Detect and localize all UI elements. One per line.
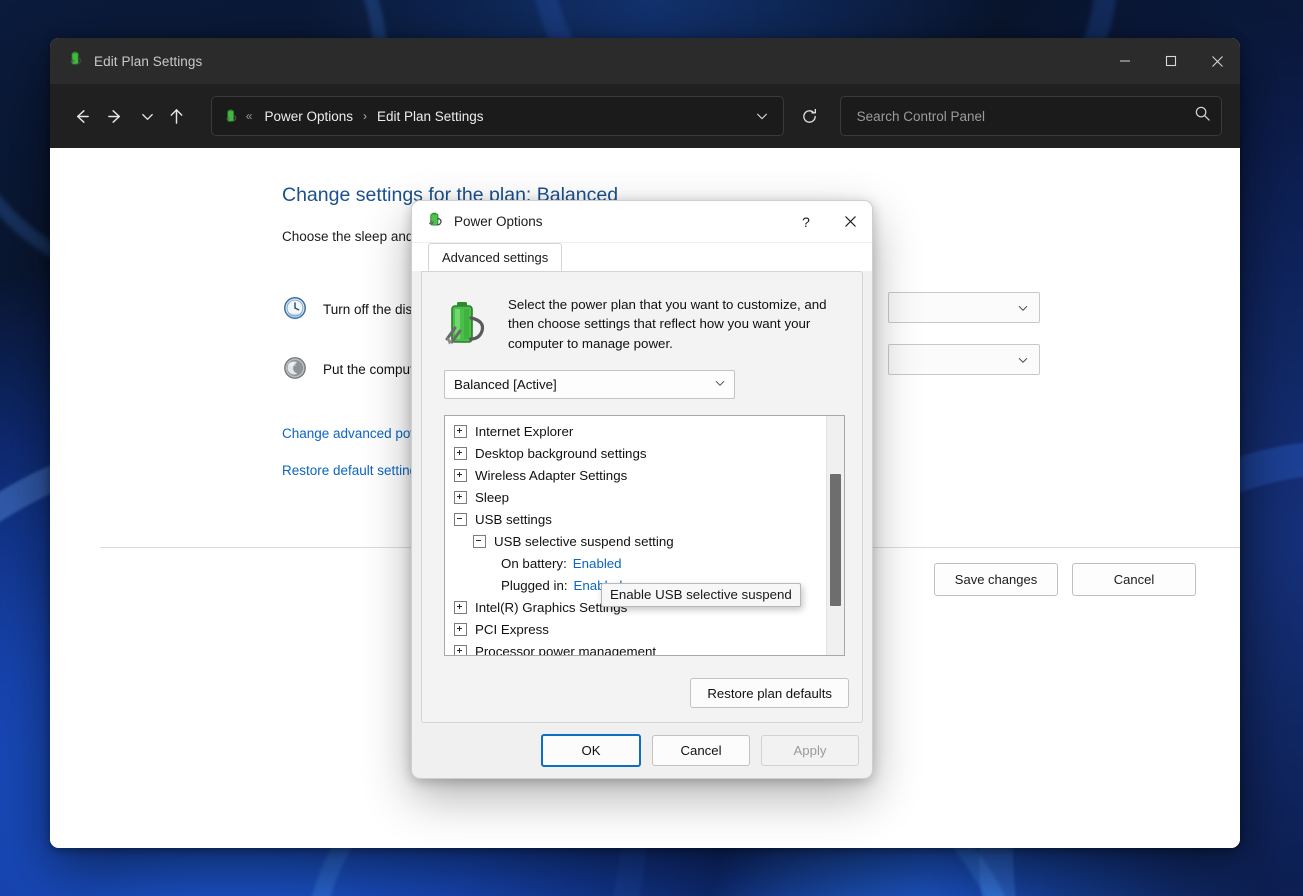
display-timeout-combo[interactable] [888, 292, 1040, 323]
tree-row[interactable]: Internet Explorer [445, 421, 827, 443]
help-button[interactable]: ? [784, 201, 828, 242]
tree-row[interactable]: Processor power management [445, 641, 827, 655]
tree-scrollbar-thumb[interactable] [830, 473, 841, 606]
tree-row[interactable]: USB selective suspend setting [445, 531, 827, 553]
battery-plug-icon [440, 296, 492, 350]
search-icon[interactable] [1194, 105, 1211, 127]
dialog-action-buttons: OK Cancel Apply [412, 723, 872, 778]
tree-rows: Internet Explorer Desktop background sett… [445, 416, 827, 655]
power-plan-icon [426, 210, 445, 234]
search-input[interactable] [854, 107, 1195, 125]
tree-row-label: Internet Explorer [475, 424, 574, 440]
dialog-title-group: Power Options [412, 210, 543, 234]
expand-icon[interactable] [454, 447, 467, 461]
apply-button[interactable]: Apply [761, 735, 859, 766]
close-button[interactable] [1194, 38, 1240, 84]
tree-row[interactable]: Sleep [445, 487, 827, 509]
tree-row[interactable]: Wireless Adapter Settings [445, 465, 827, 487]
breadcrumb-separator-icon: › [362, 109, 367, 123]
cancel-button[interactable]: Cancel [1072, 563, 1196, 596]
save-changes-button[interactable]: Save changes [934, 563, 1058, 596]
dialog-panel: Select the power plan that you want to c… [421, 271, 863, 723]
tooltip: Enable USB selective suspend [601, 583, 801, 607]
tree-row[interactable]: PCI Express [445, 619, 827, 641]
expand-icon[interactable] [454, 601, 467, 615]
advanced-settings-tree[interactable]: Internet Explorer Desktop background sett… [444, 414, 845, 656]
collapse-icon[interactable] [454, 513, 467, 527]
tree-row-label: USB selective suspend setting [494, 534, 674, 550]
address-bar[interactable]: « Power Options › Edit Plan Settings [210, 96, 784, 136]
tree-scrollbar[interactable] [826, 415, 844, 655]
window-titlebar[interactable]: Edit Plan Settings [50, 38, 1240, 84]
dialog-titlebar[interactable]: Power Options ? [412, 201, 872, 243]
chevron-down-icon[interactable] [747, 101, 777, 131]
dialog-intro: Select the power plan that you want to c… [422, 272, 862, 353]
restore-plan-defaults-wrap: Restore plan defaults [690, 678, 849, 708]
tree-row-label: Wireless Adapter Settings [475, 468, 628, 484]
power-options-dialog: Power Options ? Advanced settings Select… [411, 200, 873, 779]
window-title: Edit Plan Settings [94, 53, 203, 69]
tree-row-label: Processor power management [475, 644, 657, 655]
sleep-moon-icon [282, 355, 310, 383]
up-button[interactable] [163, 99, 191, 133]
tab-advanced-settings[interactable]: Advanced settings [428, 243, 563, 271]
collapse-icon[interactable] [473, 535, 486, 549]
dialog-intro-text: Select the power plan that you want to c… [508, 297, 827, 351]
dialog-title-controls: ? [784, 201, 872, 242]
restore-plan-defaults-button[interactable]: Restore plan defaults [690, 678, 849, 708]
breadcrumb-item-edit-plan-settings[interactable]: Edit Plan Settings [373, 106, 488, 127]
dialog-cancel-button[interactable]: Cancel [652, 735, 750, 766]
dialog-title: Power Options [454, 214, 543, 229]
tree-row-label: Desktop background settings [475, 446, 647, 462]
tree-row-value[interactable]: Enabled [573, 556, 622, 571]
clock-icon [282, 295, 310, 323]
power-plan-icon [67, 50, 84, 72]
recent-locations-button[interactable] [136, 99, 159, 133]
tree-row-label: On battery: [501, 556, 567, 572]
chevron-down-icon [1018, 305, 1028, 311]
page-footer-buttons: Save changes Cancel [934, 563, 1196, 596]
power-plan-selected-value: Balanced [Active] [454, 376, 557, 392]
tree-row-label: USB settings [475, 512, 552, 528]
ok-button[interactable]: OK [541, 734, 641, 767]
chevron-down-icon [714, 377, 726, 392]
tree-row-label: Plugged in: [501, 578, 568, 594]
power-plan-icon [222, 107, 240, 125]
expand-icon[interactable] [454, 491, 467, 505]
power-plan-select[interactable]: Balanced [Active] [444, 369, 735, 399]
window-title-group: Edit Plan Settings [50, 50, 202, 72]
refresh-icon[interactable] [796, 99, 824, 133]
expand-icon[interactable] [454, 425, 467, 439]
dialog-close-button[interactable] [828, 201, 872, 242]
expand-icon[interactable] [454, 645, 467, 655]
dialog-tabstrip: Advanced settings [412, 243, 872, 271]
tree-row-label: PCI Express [475, 622, 549, 638]
minimize-button[interactable] [1102, 38, 1148, 84]
tree-row[interactable]: On battery: Enabled [445, 553, 827, 575]
search-box[interactable] [839, 96, 1223, 136]
expand-icon[interactable] [454, 469, 467, 483]
expand-icon[interactable] [454, 623, 467, 637]
tree-row[interactable]: Desktop background settings [445, 443, 827, 465]
maximize-button[interactable] [1148, 38, 1194, 84]
sleep-timeout-combo[interactable] [888, 344, 1040, 375]
window-controls [1102, 38, 1240, 84]
forward-button[interactable] [102, 99, 130, 133]
tree-row-label: Sleep [475, 490, 510, 506]
breadcrumb-item-power-options[interactable]: Power Options [260, 106, 357, 127]
breadcrumb-overflow-icon[interactable]: « [246, 109, 253, 123]
chevron-down-icon [1018, 357, 1028, 363]
tree-row[interactable]: USB settings [445, 509, 827, 531]
back-button[interactable] [68, 99, 96, 133]
navigation-toolbar: « Power Options › Edit Plan Settings [50, 84, 1240, 148]
